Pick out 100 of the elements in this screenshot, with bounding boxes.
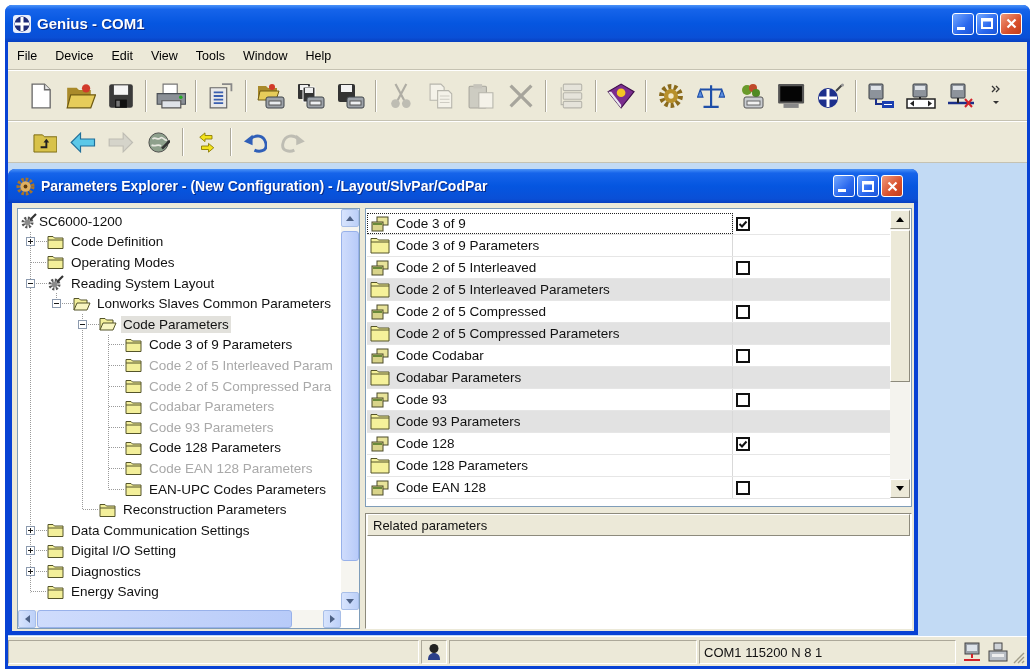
- computer-network-icon: [867, 82, 895, 109]
- expand-icon[interactable]: [26, 525, 35, 535]
- tree-item[interactable]: SC6000-1200: [37, 212, 125, 230]
- menu-item[interactable]: File: [8, 45, 47, 66]
- two-pages-icon: [429, 82, 453, 109]
- folder-icon: [47, 255, 64, 270]
- scrollbar-thumb[interactable]: [341, 231, 359, 561]
- size-grip-icon: [1013, 652, 1025, 664]
- parameter-name: Code 93: [396, 392, 448, 407]
- tree-item[interactable]: Reading System Layout: [69, 274, 217, 292]
- window-title: Genius - COM1: [37, 15, 146, 32]
- checkbox[interactable]: [736, 216, 750, 231]
- checkbox[interactable]: [736, 304, 750, 319]
- tree-item[interactable]: Reconstruction Parameters: [121, 501, 289, 519]
- zigzag-arrows-icon: [198, 131, 216, 153]
- grid-row[interactable]: Code 128: [367, 433, 890, 455]
- list-icon: [559, 82, 583, 109]
- grid-row[interactable]: Code 128 Parameters: [367, 455, 890, 477]
- folder-icon: [125, 440, 142, 455]
- tree-item[interactable]: Diagnostics: [69, 562, 143, 580]
- checkbox[interactable]: [736, 480, 750, 495]
- blank-page-icon: [30, 82, 52, 109]
- menu-item[interactable]: Device: [46, 45, 103, 66]
- down-arrow-icon: [896, 486, 904, 491]
- grid-row[interactable]: Code 3 of 9: [367, 213, 890, 235]
- folder-icon: [47, 564, 64, 579]
- stacked-windows-icon: [371, 435, 389, 452]
- folder-icon: [370, 325, 390, 342]
- parameter-name: Code 3 of 9: [396, 216, 466, 231]
- parameter-name: Code Codabar: [396, 348, 484, 363]
- maximize-button[interactable]: [976, 12, 998, 35]
- tree-item[interactable]: Operating Modes: [69, 254, 177, 271]
- folder-icon: [125, 379, 142, 394]
- cross-circle-icon: [13, 14, 31, 33]
- minimize-icon: [838, 189, 846, 192]
- expand-icon[interactable]: [26, 566, 35, 576]
- menu-item[interactable]: Help: [296, 45, 341, 66]
- folder-device-icon: [257, 82, 285, 109]
- monitor-icon: [776, 82, 806, 109]
- stacked-windows-icon: [371, 259, 389, 276]
- expand-icon[interactable]: [26, 546, 35, 556]
- folder-icon: [370, 281, 390, 298]
- minimize-button[interactable]: [952, 12, 974, 35]
- tree-item[interactable]: EAN-UPC Codes Parameters: [147, 480, 329, 498]
- expand-icon[interactable]: [26, 237, 35, 247]
- menu-item[interactable]: Window: [234, 45, 297, 66]
- maximize-icon: [981, 18, 993, 29]
- scroll-left-button[interactable]: [18, 610, 36, 628]
- tree-item[interactable]: Code Parameters: [121, 315, 231, 333]
- tree-item[interactable]: Code 128 Parameters: [147, 439, 284, 457]
- checkbox[interactable]: [736, 260, 750, 275]
- collapse-icon[interactable]: [78, 319, 87, 329]
- column-header[interactable]: Related parameters: [367, 514, 910, 536]
- close-icon: [1005, 18, 1017, 29]
- gear-icon: [16, 176, 35, 196]
- minimize-icon: [957, 26, 965, 30]
- checkbox[interactable]: [736, 436, 750, 451]
- maximize-icon: [862, 180, 874, 192]
- tree-item[interactable]: Code 3 of 9 Parameters: [147, 336, 295, 354]
- computer-cable-icon: [947, 82, 975, 109]
- folder-icon: [370, 237, 390, 254]
- open-folder-icon: [65, 82, 97, 109]
- minimize-button[interactable]: [833, 175, 855, 197]
- person-icon: [427, 643, 441, 661]
- question-book-icon: [606, 82, 636, 109]
- grid-row[interactable]: Code EAN 128: [367, 477, 890, 499]
- folder-icon: [370, 457, 390, 474]
- folder-icon: [125, 420, 142, 435]
- clipboard-icon: [468, 82, 494, 109]
- grid-row[interactable]: Code 3 of 9 Parameters: [367, 235, 890, 257]
- tree-item[interactable]: Energy Saving: [69, 583, 161, 601]
- vertical-scrollbar[interactable]: [341, 209, 359, 610]
- scroll-right-button[interactable]: [323, 610, 341, 628]
- parameter-name: Code 128: [396, 436, 455, 451]
- close-icon: [886, 180, 898, 192]
- close-button[interactable]: [881, 175, 903, 197]
- maximize-button[interactable]: [857, 175, 879, 197]
- tree-item[interactable]: Digital I/O Setting: [69, 542, 179, 560]
- folder-icon: [47, 585, 64, 599]
- x-mark-icon: [508, 82, 534, 109]
- collapse-icon[interactable]: [52, 299, 61, 309]
- menu-item[interactable]: Tools: [186, 45, 234, 66]
- parameter-name: Code 93 Parameters: [396, 414, 521, 429]
- menu-item[interactable]: Edit: [102, 45, 142, 66]
- folder-icon: [47, 543, 64, 558]
- left-caret-icon: [24, 615, 30, 623]
- checkbox[interactable]: [736, 392, 750, 407]
- folder-arrow-icon: [32, 131, 58, 153]
- open-folder-icon: [98, 317, 117, 332]
- scrollbar-thumb[interactable]: [37, 610, 292, 628]
- tree-item[interactable]: Code Definition: [69, 233, 166, 251]
- crosshair-wand-icon: [817, 82, 845, 109]
- gear-pencil-icon: [20, 213, 37, 230]
- menu-item[interactable]: View: [141, 45, 187, 66]
- checkbox[interactable]: [736, 348, 750, 363]
- collapse-icon[interactable]: [26, 278, 35, 288]
- tree-item[interactable]: Data Communication Settings: [69, 521, 252, 539]
- tree-item[interactable]: Lonworks Slaves Common Parameters: [95, 295, 334, 313]
- horizontal-scrollbar[interactable]: [18, 610, 341, 628]
- close-button[interactable]: [1000, 12, 1022, 35]
